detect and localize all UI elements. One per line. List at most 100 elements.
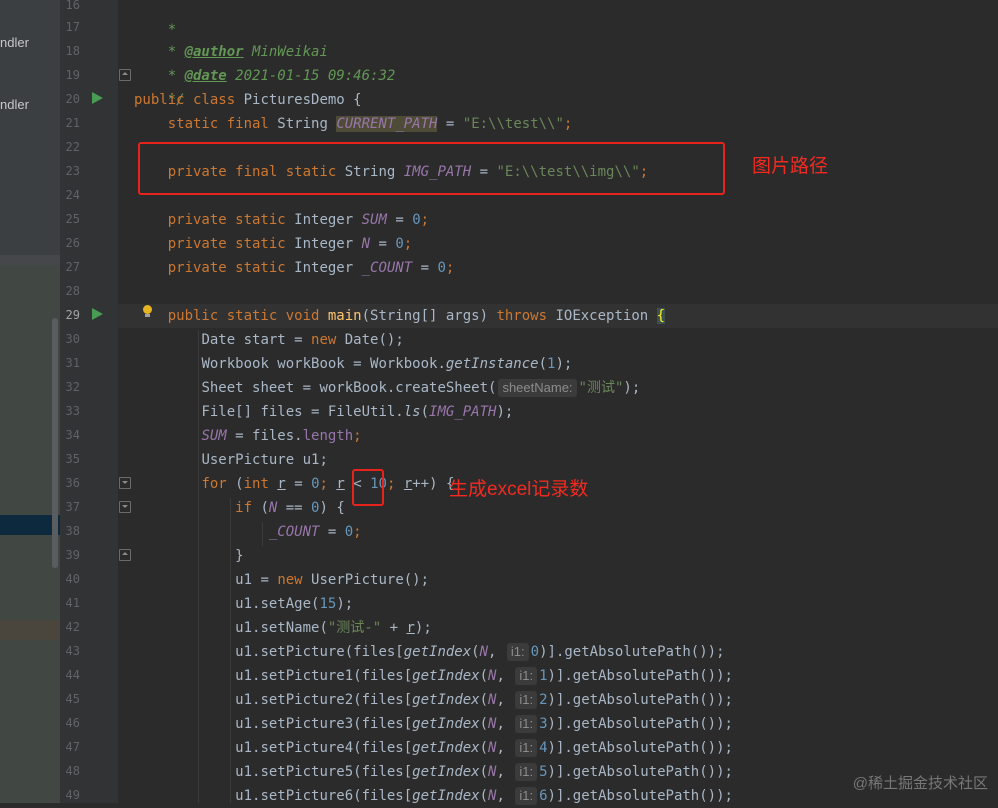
statement: )].getAbsolutePath()); bbox=[547, 668, 733, 684]
static-field: _COUNT bbox=[361, 260, 413, 276]
panel-selected-row[interactable] bbox=[0, 515, 60, 535]
line-number: 19 bbox=[65, 68, 80, 82]
code-line: private static Integer N = 0; bbox=[134, 232, 998, 256]
line-number: 39 bbox=[65, 548, 80, 562]
fold-for-icon[interactable] bbox=[119, 477, 131, 489]
keyword: private static bbox=[167, 260, 286, 276]
method-name: main bbox=[327, 308, 362, 324]
editor-gutter: 16 17 18 19 20 21 22 23 24 25 26 27 28 2… bbox=[60, 0, 131, 803]
statement: )].getAbsolutePath()); bbox=[547, 692, 733, 708]
operator: = bbox=[285, 476, 312, 492]
keyword: if bbox=[235, 500, 253, 516]
code-line: Workbook workBook = Workbook.getInstance… bbox=[134, 352, 998, 376]
field: length bbox=[302, 428, 354, 444]
statement: )].getAbsolutePath()); bbox=[547, 764, 733, 780]
statement: u1.setPicture2(files[ bbox=[235, 692, 413, 708]
line-number: 34 bbox=[65, 428, 80, 442]
line-number: 28 bbox=[65, 284, 80, 298]
paren: ); bbox=[414, 620, 432, 636]
static-field: N bbox=[479, 644, 489, 660]
number-literal: 4 bbox=[539, 740, 548, 756]
number-literal: 0 bbox=[412, 212, 421, 228]
number-literal: 1 bbox=[539, 668, 548, 684]
statement: UserPicture u1; bbox=[201, 452, 328, 468]
code-line: u1.setPicture4(files[getIndex(N, i1: 4)].… bbox=[134, 736, 998, 760]
line-number: 41 bbox=[65, 596, 80, 610]
loop-variable: r bbox=[403, 476, 413, 492]
statement: u1.setPicture(files[ bbox=[235, 644, 404, 660]
project-panel: ndler ndler bbox=[0, 0, 60, 803]
project-tree-item[interactable]: ndler bbox=[0, 35, 29, 50]
statement: )].getAbsolutePath()); bbox=[547, 740, 733, 756]
static-method: getIndex bbox=[412, 788, 480, 804]
code-line: Date start = new Date(); bbox=[134, 328, 998, 352]
code-line: public class PicturesDemo { bbox=[134, 88, 998, 112]
panel-separator bbox=[0, 255, 60, 265]
line-number: 42 bbox=[65, 620, 80, 634]
statement: u1.setPicture6(files[ bbox=[235, 788, 413, 804]
loop-variable: r bbox=[277, 476, 286, 492]
operator: = bbox=[386, 212, 413, 228]
line-number: 27 bbox=[65, 260, 80, 274]
code-line: */ bbox=[134, 64, 998, 108]
static-field: CURRENT_PATH bbox=[336, 116, 438, 132]
line-number: 45 bbox=[65, 692, 80, 706]
operator: + bbox=[381, 620, 407, 636]
line-number: 23 bbox=[65, 164, 80, 178]
number-literal: 0 bbox=[437, 260, 446, 276]
fold-if-end-icon[interactable] bbox=[119, 549, 131, 561]
static-field: _COUNT bbox=[268, 524, 320, 540]
statement: )].getAbsolutePath()); bbox=[539, 644, 725, 660]
parameter-hint: i1: bbox=[506, 643, 529, 661]
code-line: Sheet sheet = workBook.createSheet(sheet… bbox=[134, 376, 998, 400]
loop-variable: r bbox=[406, 620, 415, 636]
fold-if-icon[interactable] bbox=[119, 501, 131, 513]
line-number: 40 bbox=[65, 572, 80, 586]
comma: , bbox=[496, 788, 514, 804]
code-line: UserPicture u1; bbox=[134, 448, 998, 472]
code-line: static final String CURRENT_PATH = "E:\\… bbox=[134, 112, 998, 136]
fold-comment-icon[interactable] bbox=[119, 69, 131, 81]
code-line: u1.setPicture3(files[getIndex(N, i1: 3)].… bbox=[134, 712, 998, 736]
comma: , bbox=[496, 764, 514, 780]
number-literal: 0 bbox=[530, 644, 540, 660]
code-line: u1.setName("测试-" + r); bbox=[134, 616, 998, 640]
number-literal: 15 bbox=[319, 596, 337, 612]
project-tree-item[interactable]: ndler bbox=[0, 97, 29, 112]
number-literal: 0 bbox=[395, 236, 404, 252]
statement: Sheet sheet = workBook.createSheet( bbox=[201, 380, 497, 396]
loop-count-annotation: 生成excel记录数 bbox=[449, 479, 589, 500]
line-number: 22 bbox=[65, 140, 80, 154]
line-number: 37 bbox=[65, 500, 80, 514]
run-main-icon[interactable] bbox=[92, 308, 103, 320]
parameter-hint: i1: bbox=[515, 787, 538, 805]
semicolon: ; bbox=[386, 476, 404, 492]
paren: ( bbox=[479, 764, 489, 780]
code-line: public static void main(String[] args) t… bbox=[134, 304, 998, 328]
type-name: String bbox=[268, 116, 337, 132]
panel-highlight-area bbox=[0, 265, 60, 515]
line-number: 17 bbox=[65, 20, 80, 34]
code-line: _COUNT = 0; bbox=[134, 520, 998, 544]
panel-scrollbar[interactable] bbox=[52, 318, 58, 568]
comma: , bbox=[488, 644, 505, 660]
operator: = bbox=[319, 524, 345, 540]
number-literal: 5 bbox=[539, 764, 548, 780]
operator: = bbox=[370, 236, 396, 252]
line-number: 16 bbox=[65, 0, 80, 12]
comma: , bbox=[496, 740, 514, 756]
statement: u1.setAge( bbox=[235, 596, 320, 612]
number-literal: 6 bbox=[539, 788, 548, 804]
statement: u1.setName( bbox=[235, 620, 328, 636]
code-line: u1.setPicture2(files[getIndex(N, i1: 2)].… bbox=[134, 688, 998, 712]
img-path-annotation: 图片路径 bbox=[752, 156, 829, 177]
keyword: private static bbox=[167, 236, 286, 252]
line-number: 46 bbox=[65, 716, 80, 730]
line-number: 25 bbox=[65, 212, 80, 226]
parameter-hint: i1: bbox=[515, 667, 538, 685]
code-line: u1 = new UserPicture(); bbox=[134, 568, 998, 592]
static-method: getIndex bbox=[412, 692, 480, 708]
static-method: getIndex bbox=[412, 716, 480, 732]
paren: ( bbox=[471, 644, 480, 660]
run-class-icon[interactable] bbox=[92, 92, 103, 104]
